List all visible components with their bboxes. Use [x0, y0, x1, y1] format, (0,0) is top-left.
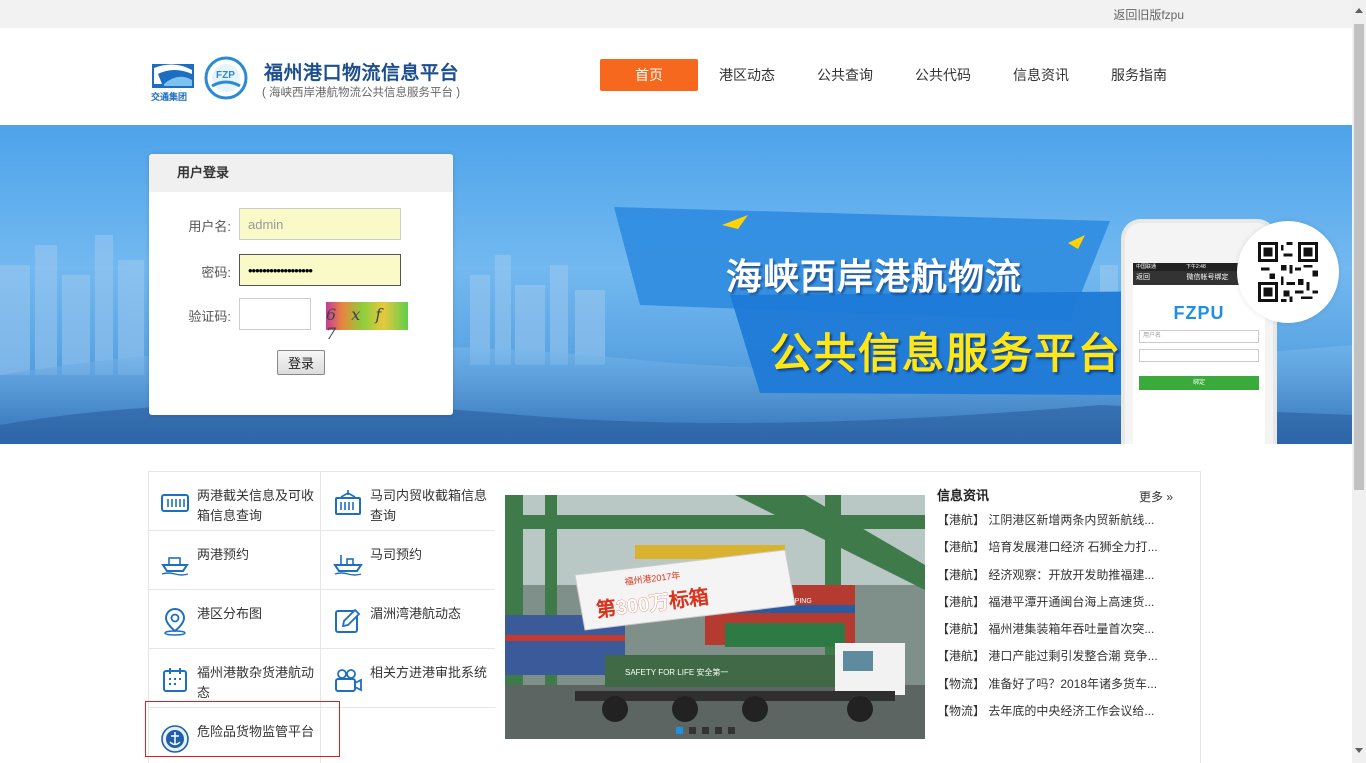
svg-text:交通集团: 交通集团	[151, 91, 187, 102]
phone-back-button: 返回	[1136, 274, 1150, 281]
svg-text:FZP: FZP	[216, 70, 235, 81]
news-item[interactable]: 【港航】 港口产能过剩引发整合潮 竞争...	[937, 643, 1175, 670]
nav-port-news[interactable]: 港区动态	[698, 59, 796, 91]
page-scrollbar[interactable]	[1352, 0, 1366, 763]
news-item[interactable]: 【港航】 福港平潭开通闽台海上高速货...	[937, 589, 1175, 616]
service-label: 相关方进港审批系统	[370, 665, 488, 680]
news-item[interactable]: 【物流】 准备好了吗？2018年诸多货车...	[937, 671, 1175, 698]
service-label: 两港预约	[197, 547, 250, 562]
nav-public-query[interactable]: 公共查询	[796, 59, 894, 91]
service-two-ports-booking[interactable]: 两港预约	[148, 531, 321, 590]
service-label: 马司内贸收截箱信息查询	[370, 488, 488, 523]
service-masi-booking[interactable]: 马司预约	[321, 531, 495, 590]
news-item[interactable]: 【物流】 去年底的中央经济工作会议给...	[937, 698, 1175, 725]
scrollbar-thumb[interactable]	[1354, 24, 1364, 490]
service-masi-container-info[interactable]: 马司内贸收截箱信息查询	[321, 472, 495, 531]
news-panel: 信息资讯 更多 » 【港航】 江阴港区新增两条内贸新航线... 【港航】 培育发…	[937, 485, 1175, 725]
calendar-icon	[163, 668, 187, 692]
banner-slogan-line2: 公共信息服务平台	[770, 329, 1123, 378]
transport-group-logo: 交通集团	[150, 60, 196, 102]
scroll-down-arrow-icon[interactable]	[1355, 748, 1363, 753]
video-camera-icon	[335, 669, 362, 692]
phone-title: 微信帐号绑定	[1186, 274, 1229, 281]
image-slider[interactable]: CHINA SHIPPING 福州港2017年 第300万标箱 SAFETY F…	[505, 495, 925, 739]
login-title: 用户登录	[149, 154, 453, 192]
nav-public-code[interactable]: 公共代码	[894, 59, 992, 91]
username-input[interactable]	[239, 208, 401, 240]
top-bar: 返回旧版fzpu	[0, 0, 1352, 28]
password-label: 密码:	[201, 265, 231, 280]
service-entry-approval[interactable]: 相关方进港审批系统	[321, 649, 495, 708]
site-title: 福州港口物流信息平台	[264, 63, 460, 84]
captcha-image[interactable]: 6 x f 7	[326, 302, 408, 343]
password-row: 密码:	[149, 254, 453, 286]
service-label: 福州港散杂货港航动态	[197, 665, 315, 700]
news-item[interactable]: 【港航】 福州港集装箱年吞吐量首次突...	[937, 616, 1175, 643]
login-panel: 用户登录 用户名: 密码: 验证码: 6 x f 7 登录	[149, 154, 453, 415]
scroll-up-arrow-icon[interactable]	[1355, 8, 1363, 13]
captcha-label: 验证码:	[188, 309, 231, 324]
slider-dots	[676, 727, 735, 734]
nav-service-guide[interactable]: 服务指南	[1090, 59, 1188, 91]
slider-dot-1[interactable]	[676, 727, 683, 734]
news-item[interactable]: 【港航】 江阴港区新增两条内贸新航线...	[937, 507, 1175, 534]
news-item[interactable]: 【港航】 培育发展港口经济 石狮全力打...	[937, 534, 1175, 561]
qr-code-icon	[1258, 242, 1318, 302]
slider-dot-2[interactable]	[689, 727, 696, 734]
edit-icon	[335, 608, 361, 633]
phone-status-time: 下午2:48	[1186, 264, 1206, 270]
slider-dot-3[interactable]	[702, 727, 709, 734]
cargo-ship-icon	[333, 555, 363, 576]
password-input[interactable]	[239, 254, 401, 286]
highlight-box	[145, 701, 340, 757]
username-label: 用户名:	[188, 219, 231, 234]
port-photo: CHINA SHIPPING 福州港2017年 第300万标箱 SAFETY F…	[505, 495, 925, 739]
nav-home[interactable]: 首页	[600, 59, 698, 91]
phone-bind-button: 绑定	[1139, 376, 1259, 390]
map-pin-icon	[164, 607, 186, 636]
site-subtitle: ( 海峡西岸港航物流公共信息服务平台 )	[262, 87, 461, 99]
phone-username-input: 用户名	[1139, 330, 1259, 343]
service-label: 湄洲湾港航动态	[370, 606, 462, 621]
main-nav: 首页 港区动态 公共查询 公共代码 信息资讯 服务指南	[600, 59, 1188, 91]
nav-info-news[interactable]: 信息资讯	[992, 59, 1090, 91]
service-port-map[interactable]: 港区分布图	[148, 590, 321, 649]
service-label: 马司预约	[370, 547, 423, 562]
fzp-logo: FZP	[204, 56, 248, 100]
service-meizhou-bay[interactable]: 湄洲湾港航动态	[321, 590, 495, 649]
captcha-input[interactable]	[239, 298, 311, 330]
old-version-link[interactable]: 返回旧版fzpu	[1113, 6, 1184, 23]
container-icon	[161, 494, 189, 512]
news-item[interactable]: 【港航】 经济观察：开放开发助推福建...	[937, 562, 1175, 589]
slider-dot-5[interactable]	[728, 727, 735, 734]
phone-status-carrier: 中国联通	[1136, 264, 1157, 270]
container-crane-icon	[335, 490, 361, 515]
phone-password-input	[1139, 349, 1259, 362]
service-fuzhou-bulk[interactable]: 福州港散杂货港航动态	[148, 649, 321, 708]
slider-dot-4[interactable]	[715, 727, 722, 734]
service-label: 两港截关信息及可收箱信息查询	[197, 488, 315, 523]
login-button[interactable]: 登录	[277, 350, 325, 375]
qr-code-bubble	[1237, 221, 1339, 323]
phone-brand: FZPU	[1173, 303, 1225, 323]
service-label: 港区分布图	[197, 606, 263, 621]
banner-slogan-line1: 海峡西岸港航物流	[726, 257, 1023, 298]
news-more-link[interactable]: 更多 »	[1139, 488, 1173, 505]
username-row: 用户名:	[149, 208, 453, 240]
header: 交通集团 FZP 福州港口物流信息平台 ( 海峡西岸港航物流公共信息服务平台 )…	[0, 28, 1352, 125]
ship-icon	[161, 557, 189, 576]
svg-text:SAFETY FOR LIFE 安全第一: SAFETY FOR LIFE 安全第一	[625, 667, 728, 677]
service-two-ports-cutoff[interactable]: 两港截关信息及可收箱信息查询	[148, 472, 321, 531]
